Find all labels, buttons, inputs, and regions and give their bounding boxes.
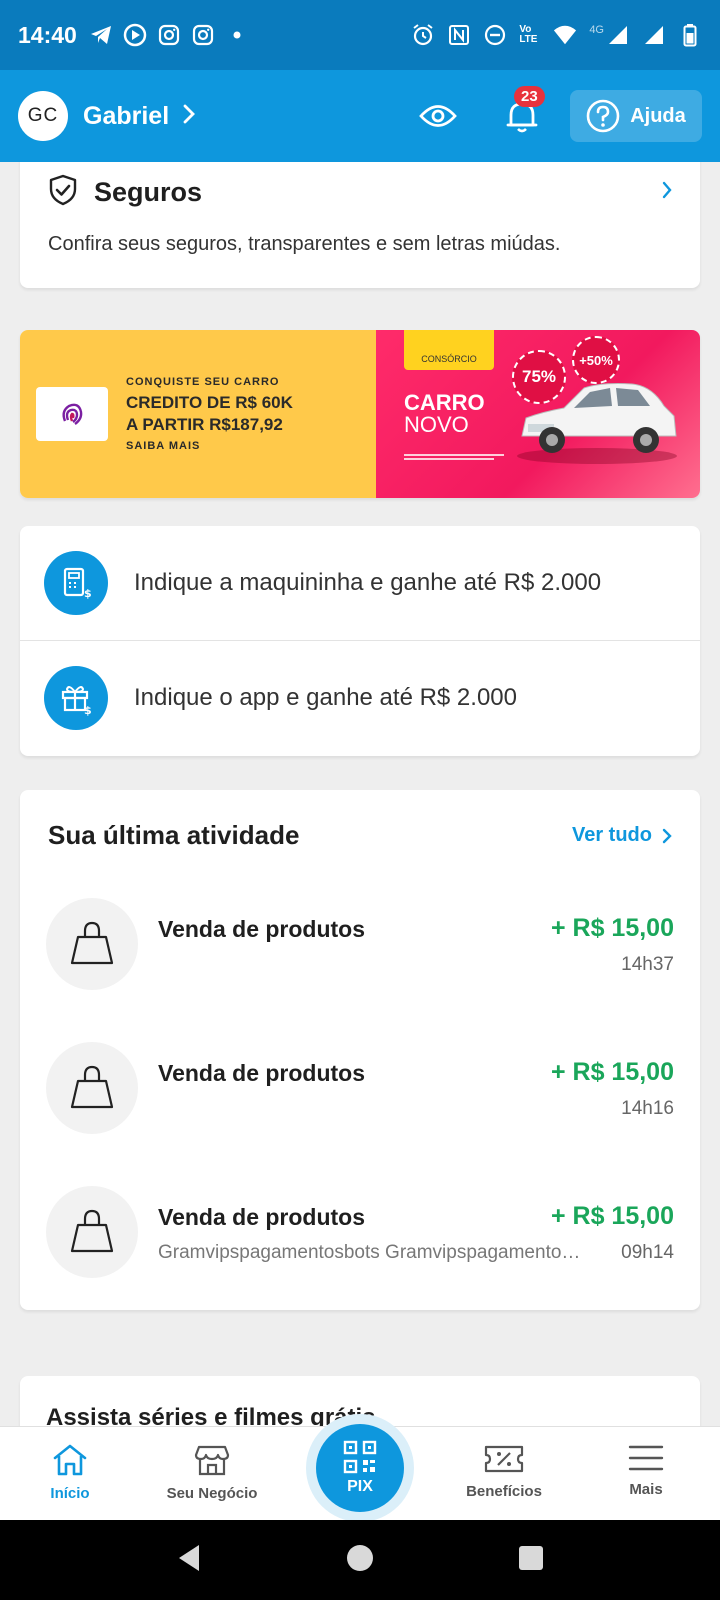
refer-text: Indique a maquininha e ganhe até R$ 2.00… <box>134 569 602 596</box>
home-circle-icon[interactable] <box>345 1543 375 1578</box>
bonus-stamp: +50% <box>572 336 620 384</box>
shopping-bag-icon <box>46 898 138 990</box>
chevron-right-icon[interactable] <box>183 104 196 129</box>
activity-amount: + R$ 15,00 <box>550 914 674 942</box>
refer-card-machine[interactable]: $ Indique a maquininha e ganhe até R$ 2.… <box>20 526 700 640</box>
home-feed[interactable]: Seguros Confira seus seguros, transparen… <box>0 162 720 1426</box>
svg-text:$: $ <box>84 704 92 716</box>
help-label: Ajuda <box>630 104 686 127</box>
tab-label: Mais <box>629 1481 663 1498</box>
tab-label: Início <box>50 1485 90 1502</box>
fingerprint-logo-icon <box>36 387 108 441</box>
shopping-bag-icon <box>46 1186 138 1278</box>
banner-cta[interactable]: SAIBA MAIS <box>126 440 293 452</box>
activity-name: Venda de produtos <box>158 916 366 942</box>
gift-money-icon: $ <box>44 665 108 730</box>
tab-seu-negocio[interactable]: Seu Negócio <box>152 1427 272 1521</box>
notification-badge: 23 <box>514 86 545 107</box>
stamp-75: 75% <box>521 367 557 386</box>
question-icon <box>586 99 620 133</box>
banner-line1: CONQUISTE SEU CARRO <box>126 376 280 388</box>
notifications-button[interactable]: 23 <box>500 86 545 138</box>
activity-subtitle: Gramvipspagamentosbots Gramvipspagamento… <box>158 1242 588 1263</box>
carro-novo-title: CARRO NOVO <box>404 392 485 436</box>
eye-icon[interactable] <box>416 94 460 138</box>
pix-label: PIX <box>347 1478 373 1495</box>
do-not-disturb-icon <box>483 23 507 47</box>
consorcio-tag: CONSÓRCIO <box>404 330 494 370</box>
banner-image: CONSÓRCIO CARRO NOVO 75% +50% <box>376 330 700 498</box>
tab-label: Seu Negócio <box>166 1485 258 1502</box>
system-navigation-bar <box>0 1520 720 1600</box>
discount-ticket-icon <box>484 1445 524 1473</box>
tab-mais[interactable]: Mais <box>586 1427 706 1521</box>
activity-time: 14h16 <box>621 1098 674 1119</box>
status-time: 14:40 <box>18 21 77 48</box>
banner-line2: CREDITO DE R$ 60K <box>126 393 293 412</box>
telegram-icon <box>89 23 113 47</box>
play-circle-icon <box>123 23 147 47</box>
activity-time: 09h14 <box>621 1242 674 1263</box>
refer-app[interactable]: $ Indique o app e ganhe até R$ 2.000 <box>20 640 700 754</box>
activity-row[interactable]: Venda de produtos + R$ 15,00 Gramvipspag… <box>20 1186 700 1282</box>
fine-print-block <box>404 454 504 460</box>
battery-icon <box>678 23 702 47</box>
avatar[interactable]: GC <box>18 91 68 141</box>
signal-icon <box>606 23 630 47</box>
store-icon <box>194 1445 230 1476</box>
shopping-bag-icon <box>46 1042 138 1134</box>
back-icon[interactable] <box>175 1543 203 1578</box>
app-header: GC Gabriel 23 Ajuda <box>0 70 720 162</box>
wifi-icon <box>553 23 577 47</box>
network-type: 4G <box>589 24 604 36</box>
activity-amount: + R$ 15,00 <box>550 1202 674 1230</box>
chevron-right-icon[interactable] <box>662 181 672 204</box>
activity-name: Venda de produtos <box>158 1204 366 1230</box>
activity-row[interactable]: Venda de produtos + R$ 15,00 14h37 <box>20 898 700 994</box>
activity-time: 14h37 <box>621 954 674 975</box>
chevron-right-icon <box>662 828 672 843</box>
qr-code-icon <box>343 1440 377 1474</box>
activity-row[interactable]: Venda de produtos + R$ 15,00 14h16 <box>20 1042 700 1138</box>
tab-inicio[interactable]: Início <box>10 1427 130 1521</box>
tab-beneficios[interactable]: Benefícios <box>444 1427 564 1521</box>
seguros-title: Seguros <box>94 177 203 207</box>
menu-icon <box>628 1445 664 1471</box>
volte-indicator: Vo LTE <box>519 24 538 45</box>
card-machine-money-icon: $ <box>44 551 108 615</box>
activity-amount: + R$ 15,00 <box>550 1058 674 1086</box>
recents-icon[interactable] <box>517 1544 545 1577</box>
see-all-label: Ver tudo <box>571 824 652 846</box>
carro-word: CARRO <box>404 390 485 415</box>
svg-text:$: $ <box>84 587 92 600</box>
activity-name: Venda de produtos <box>158 1060 366 1086</box>
shield-check-icon <box>48 174 78 211</box>
user-name[interactable]: Gabriel <box>83 102 169 131</box>
instagram-icon <box>157 23 181 47</box>
help-button[interactable]: Ajuda <box>570 90 702 142</box>
home-icon <box>53 1444 87 1476</box>
nfc-icon <box>447 23 471 47</box>
status-bar: 14:40 Vo LTE 4G <box>0 0 720 70</box>
activity-title: Sua última atividade <box>48 820 300 850</box>
dot-icon <box>225 23 249 47</box>
refer-text: Indique o app e ganhe até R$ 2.000 <box>134 683 517 711</box>
novo-word: NOVO <box>404 412 469 437</box>
instagram-icon <box>191 23 215 47</box>
pix-button[interactable]: PIX <box>306 1414 414 1522</box>
recent-activity-card: Sua última atividade Ver tudo Venda de p… <box>20 790 700 1310</box>
seguros-card[interactable]: Seguros Confira seus seguros, transparen… <box>20 162 700 288</box>
alarm-icon <box>411 23 435 47</box>
see-all-link[interactable]: Ver tudo <box>572 824 672 847</box>
discount-stamp: 75% <box>512 350 566 404</box>
tab-label: Benefícios <box>466 1483 542 1500</box>
referral-card: $ Indique a maquininha e ganhe até R$ 2.… <box>20 526 700 756</box>
consorcio-banner[interactable]: CONQUISTE SEU CARRO CREDITO DE R$ 60K A … <box>20 330 700 498</box>
signal-icon <box>642 23 666 47</box>
seguros-description: Confira seus seguros, transparentes e se… <box>48 233 561 255</box>
stamp-50: +50% <box>579 352 613 368</box>
banner-line3: A PARTIR R$187,92 <box>126 415 283 434</box>
